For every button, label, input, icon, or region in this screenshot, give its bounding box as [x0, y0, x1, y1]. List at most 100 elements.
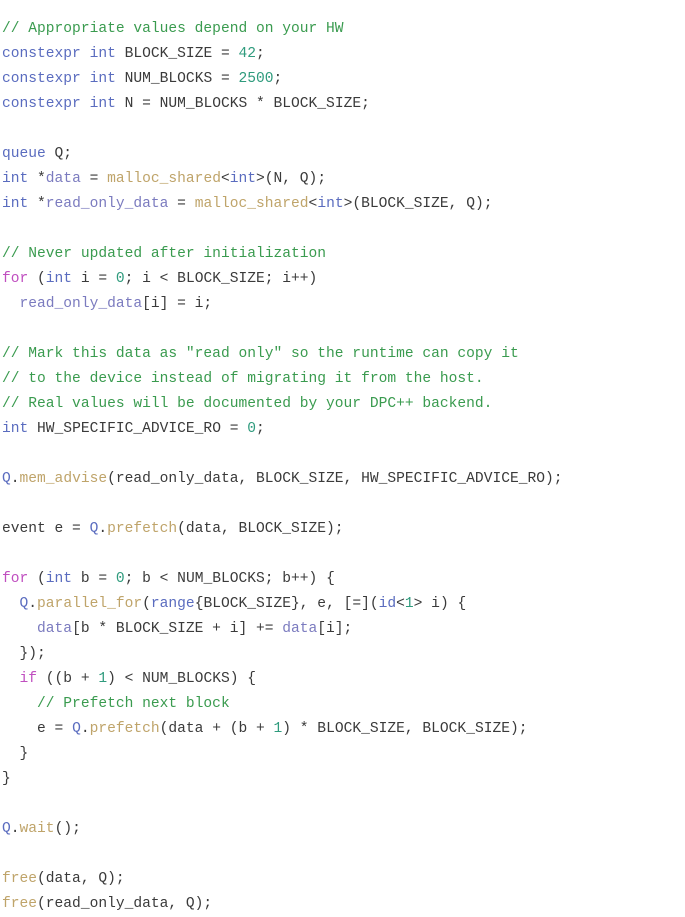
code-token-txt: event e = [2, 520, 90, 537]
code-line: // Real values will be documented by you… [2, 392, 685, 417]
code-token-txt: ( [28, 570, 46, 587]
code-token-kw: constexpr [2, 95, 81, 112]
code-token-kw: int [89, 95, 116, 112]
code-token-txt: ( [142, 595, 151, 612]
code-line: for (int i = 0; i < BLOCK_SIZE; i++) [2, 267, 685, 292]
code-token-txt: < [396, 595, 405, 612]
code-token-txt: (read_only_data, BLOCK_SIZE, HW_SPECIFIC… [107, 470, 563, 487]
code-token-txt: } [2, 770, 11, 787]
code-line: read_only_data[i] = i; [2, 292, 685, 317]
code-token-fn: malloc_shared [107, 170, 221, 187]
code-token-txt: {BLOCK_SIZE}, e, [=]( [194, 595, 379, 612]
code-token-txt: = [168, 195, 195, 212]
code-line: int *data = malloc_shared<int>(N, Q); [2, 167, 685, 192]
code-token-kw: queue [2, 145, 46, 162]
code-token-kw: int [89, 45, 116, 62]
code-token-txt: (data, Q); [37, 870, 125, 887]
code-token-txt: ; [273, 70, 283, 87]
code-token-txt: * [28, 170, 46, 187]
code-token-obj: Q [2, 470, 11, 487]
code-token-ctrl: if [19, 670, 38, 687]
code-token-ctrl: for [2, 270, 29, 287]
code-token-txt: < [220, 170, 230, 187]
code-token-var: read_only_data [19, 295, 143, 312]
code-token-txt: BLOCK_SIZE = [115, 45, 239, 62]
code-token-txt: . [10, 820, 20, 837]
code-token-txt: i = [72, 270, 116, 287]
code-token-fn: free [2, 895, 38, 912]
code-token-txt: (data, BLOCK_SIZE); [177, 520, 344, 537]
code-token-txt: (data + (b + [159, 720, 274, 737]
code-token-txt: ) * BLOCK_SIZE, BLOCK_SIZE); [282, 720, 528, 737]
code-token-txt: < [308, 195, 318, 212]
code-token-cmt: // Prefetch next block [37, 695, 230, 712]
code-line: // Prefetch next block [2, 692, 685, 717]
code-token-num: 1 [273, 720, 283, 737]
code-token-obj: Q [19, 595, 29, 612]
code-line: // to the device instead of migrating it… [2, 367, 685, 392]
code-token-var: data [282, 620, 318, 637]
code-token-kw: int [229, 170, 257, 187]
code-token-txt: (); [54, 820, 81, 837]
code-token-var: data [37, 620, 73, 637]
code-line: for (int b = 0; b < NUM_BLOCKS; b++) { [2, 567, 685, 592]
code-token-kw: range [150, 595, 195, 612]
code-token-txt: > i) { [413, 595, 467, 612]
code-token-var: read_only_data [45, 195, 169, 212]
code-token-num: 0 [115, 570, 125, 587]
code-token-cmt: // Real values will be documented by you… [2, 395, 493, 412]
code-token-var: data [45, 170, 81, 187]
code-token-txt: ; [256, 45, 265, 62]
code-token-num: 1 [98, 670, 108, 687]
code-line: // Mark this data as "read only" so the … [2, 342, 685, 367]
code-line: // Never updated after initialization [2, 242, 685, 267]
code-token-cmt: // Never updated after initialization [2, 245, 327, 262]
code-token-txt: = [80, 170, 108, 187]
code-line: e = Q.prefetch(data + (b + 1) * BLOCK_SI… [2, 717, 685, 742]
code-token-txt: * [28, 195, 46, 212]
code-token-txt: e = [2, 720, 73, 737]
code-token-txt: Q; [45, 145, 73, 162]
code-line: data[b * BLOCK_SIZE + i] += data[i]; [2, 617, 685, 642]
code-token-txt: HW_SPECIFIC_ADVICE_RO = [28, 420, 248, 437]
code-line: free(read_only_data, Q); [2, 892, 685, 917]
code-line: int *read_only_data = malloc_shared<int>… [2, 192, 685, 217]
code-token-txt: (read_only_data, Q); [37, 895, 213, 912]
code-token-num: 0 [115, 270, 125, 287]
code-listing[interactable]: // Appropriate values depend on your HW … [0, 15, 685, 917]
code-token-txt: ((b + [37, 670, 99, 687]
code-line: } [2, 767, 685, 792]
code-token-fn: prefetch [107, 520, 178, 537]
code-line: Q.mem_advise(read_only_data, BLOCK_SIZE,… [2, 467, 685, 492]
code-token-txt: . [10, 470, 20, 487]
code-token-num: 1 [404, 595, 414, 612]
code-token-fn: parallel_for [37, 595, 143, 612]
code-token-kw: int [89, 70, 116, 87]
code-line: Q.parallel_for(range{BLOCK_SIZE}, e, [=]… [2, 592, 685, 617]
code-token-num: 2500 [238, 70, 274, 87]
code-token-obj: Q [2, 820, 11, 837]
code-token-txt: } [2, 745, 29, 762]
code-token-fn: mem_advise [19, 470, 108, 487]
code-token-ctrl: for [2, 570, 29, 587]
code-token-txt: N = NUM_BLOCKS * BLOCK_SIZE; [115, 95, 370, 112]
code-line: constexpr int N = NUM_BLOCKS * BLOCK_SIZ… [2, 92, 685, 117]
code-line: constexpr int NUM_BLOCKS = 2500; [2, 67, 685, 92]
code-token-kw: int [2, 195, 29, 212]
code-token-txt: . [28, 595, 38, 612]
code-token-kw: int [317, 195, 344, 212]
code-token-txt: [i]; [317, 620, 353, 637]
code-token-num: 0 [247, 420, 256, 437]
